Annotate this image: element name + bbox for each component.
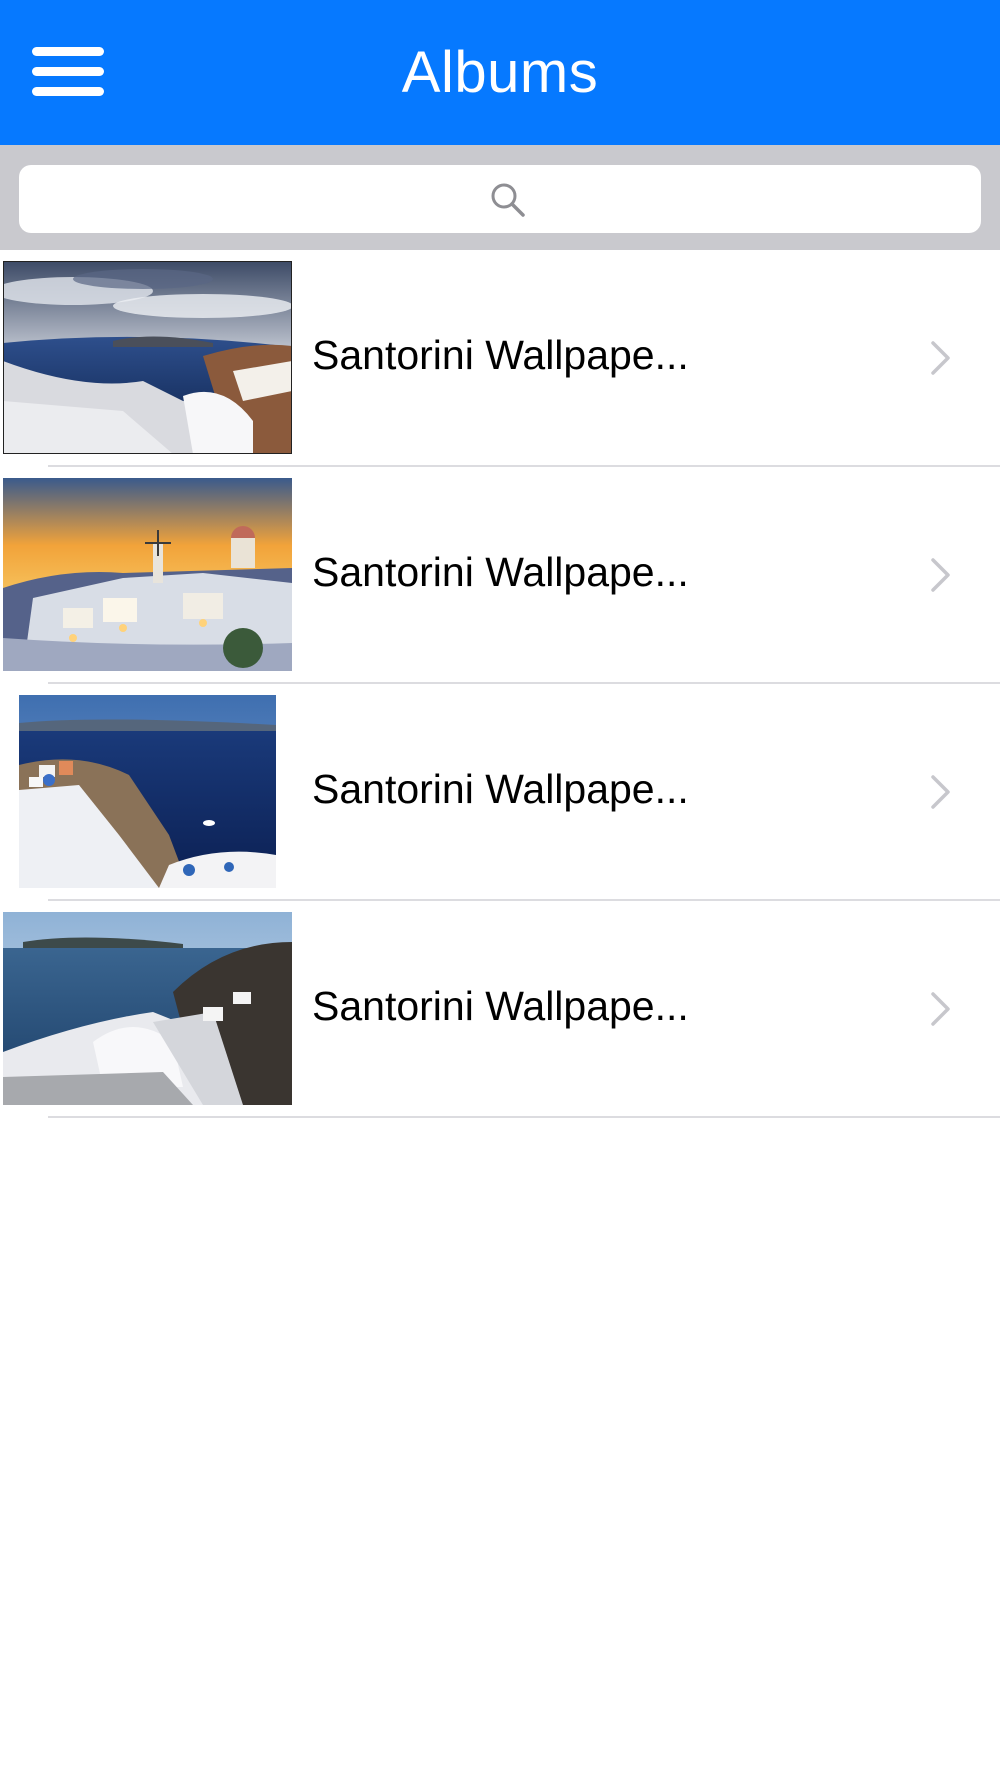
page-title: Albums	[401, 40, 599, 105]
search-bar	[0, 145, 1000, 250]
album-row[interactable]: Santorini Wallpape...	[0, 901, 1000, 1118]
album-title: Santorini Wallpape...	[312, 549, 689, 595]
album-row[interactable]: Santorini Wallpape...	[0, 684, 1000, 901]
navigation-bar: Albums	[0, 0, 1000, 145]
album-thumbnail	[3, 478, 292, 671]
chevron-right-icon	[928, 772, 954, 812]
search-input[interactable]	[79, 165, 963, 235]
albums-screen: Albums Santorini Wallpape... Santorini W…	[0, 0, 1000, 1778]
album-thumbnail	[3, 912, 292, 1105]
menu-button[interactable]	[30, 44, 110, 100]
album-row[interactable]: Santorini Wallpape...	[0, 250, 1000, 467]
chevron-right-icon	[928, 555, 954, 595]
hamburger-menu-icon	[30, 44, 110, 100]
search-field[interactable]	[19, 165, 981, 235]
album-title: Santorini Wallpape...	[312, 766, 689, 812]
album-thumbnail	[3, 261, 292, 454]
album-thumbnail	[19, 695, 276, 888]
album-title: Santorini Wallpape...	[312, 332, 689, 378]
album-row[interactable]: Santorini Wallpape...	[0, 467, 1000, 684]
album-title: Santorini Wallpape...	[312, 983, 689, 1029]
row-separator	[48, 1116, 1000, 1118]
chevron-right-icon	[928, 338, 954, 378]
album-list: Santorini Wallpape... Santorini Wallpape…	[0, 250, 1000, 1118]
chevron-right-icon	[928, 989, 954, 1029]
